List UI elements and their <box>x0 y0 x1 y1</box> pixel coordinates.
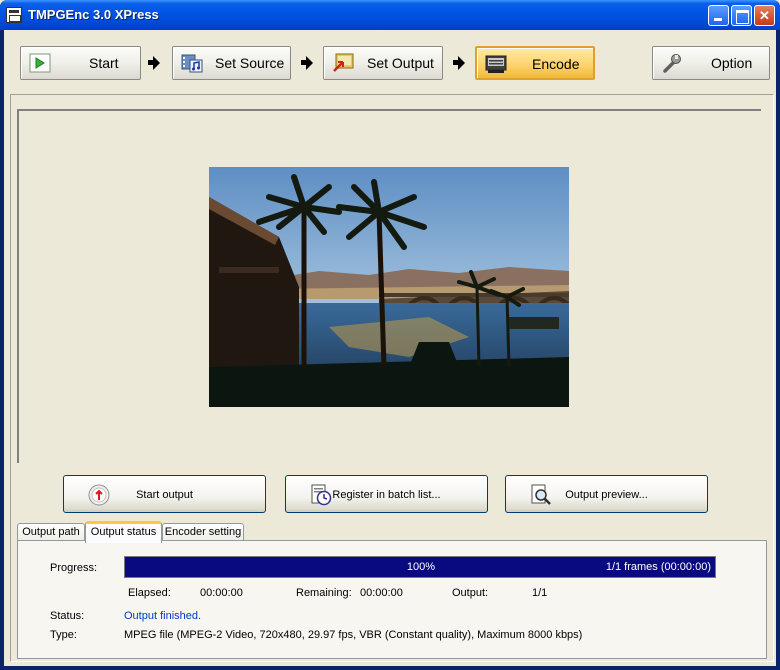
preview-image <box>209 167 569 407</box>
status-value: Output finished. <box>124 610 202 622</box>
arrow-icon <box>148 56 160 70</box>
status-label: Status: <box>50 610 85 622</box>
output-status-panel: Progress: 100% 1/1 frames (00:00:00) Ela… <box>17 540 767 659</box>
play-icon <box>29 53 51 73</box>
remaining-label: Remaining: <box>296 587 352 599</box>
step-set-source-button[interactable]: Set Source <box>172 46 291 80</box>
type-value: MPEG file (MPEG-2 Video, 720x480, 29.97 … <box>124 629 583 641</box>
tab-encoder-setting-label: Encoder setting <box>164 526 242 538</box>
type-label: Type: <box>50 629 77 641</box>
encoder-icon <box>485 55 507 73</box>
remaining-value: 00:00:00 <box>360 587 403 599</box>
wizard-toolbar: Start Set Source Set Output Encode Optio… <box>4 30 776 92</box>
wrench-icon <box>663 54 681 73</box>
arrow-icon <box>453 56 465 70</box>
minimize-icon <box>709 6 728 25</box>
progress-bar: 100% 1/1 frames (00:00:00) <box>124 556 716 578</box>
output-preview-label: Output preview... <box>565 489 648 501</box>
output-preview-button[interactable]: Output preview... <box>505 475 708 513</box>
step-start-button[interactable]: Start <box>20 46 141 80</box>
title-bar[interactable]: TMPGEnc 3.0 XPress ✕ <box>0 0 780 30</box>
output-count-value: 1/1 <box>532 587 548 599</box>
elapsed-label: Elapsed: <box>128 587 171 599</box>
register-batch-button[interactable]: Register in batch list... <box>285 475 488 513</box>
option-button[interactable]: Option <box>652 46 770 80</box>
maximize-button[interactable] <box>731 5 752 26</box>
start-output-label: Start output <box>136 489 193 501</box>
tab-output-status[interactable]: Output status <box>85 521 162 543</box>
preview-area <box>17 109 761 463</box>
arrow-icon <box>301 56 313 70</box>
register-batch-label: Register in batch list... <box>332 489 441 501</box>
tab-output-status-label: Output status <box>90 526 157 538</box>
step-set-output-label: Set Output <box>367 55 434 71</box>
close-button[interactable]: ✕ <box>754 5 775 26</box>
close-icon: ✕ <box>759 8 770 23</box>
progress-frames: 1/1 frames (00:00:00) <box>605 561 711 573</box>
encode-panel: Start output Register in batch list... O… <box>10 94 774 662</box>
start-output-button[interactable]: Start output <box>63 475 266 513</box>
minimize-button[interactable] <box>708 5 729 26</box>
progress-label: Progress: <box>50 562 98 574</box>
step-encode-label: Encode <box>532 56 580 72</box>
client-area: Start Set Source Set Output Encode Optio… <box>4 30 776 666</box>
step-encode-button[interactable]: Encode <box>475 46 595 80</box>
maximize-icon <box>732 6 751 25</box>
output-count-label: Output: <box>452 587 489 599</box>
elapsed-value: 00:00:00 <box>200 587 243 599</box>
film-music-icon <box>181 54 203 73</box>
output-icon <box>333 53 354 72</box>
tab-output-path-label: Output path <box>22 526 80 538</box>
option-label: Option <box>711 55 753 71</box>
step-set-source-label: Set Source <box>215 55 285 71</box>
window-title: TMPGEnc 3.0 XPress <box>28 7 159 22</box>
step-start-label: Start <box>89 55 119 71</box>
app-icon[interactable] <box>6 7 22 23</box>
step-set-output-button[interactable]: Set Output <box>323 46 443 80</box>
app-window: TMPGEnc 3.0 XPress ✕ Start Set Source Se… <box>0 0 780 670</box>
